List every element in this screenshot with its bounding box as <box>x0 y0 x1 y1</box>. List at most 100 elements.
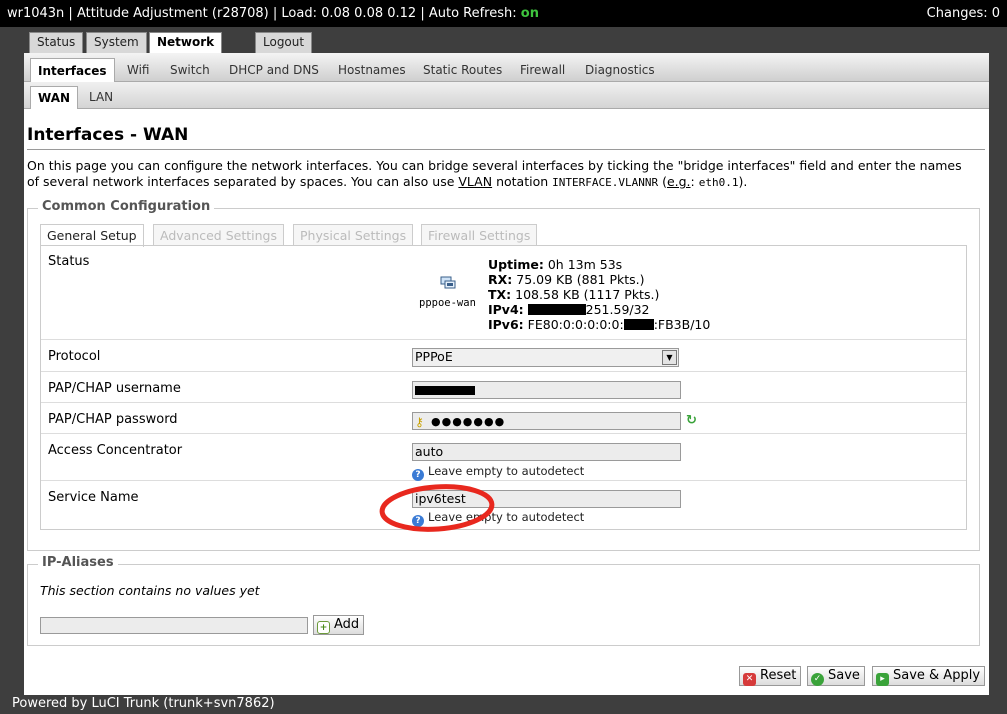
ip-aliases-section: IP-Aliases This section contains no valu… <box>27 555 980 646</box>
ac-label: Access Concentrator <box>48 443 183 458</box>
password-input[interactable]: ⚷ ●●●●●●● <box>412 412 681 430</box>
iface-stats: Uptime: 0h 13m 53s RX: 75.09 KB (881 Pkt… <box>488 257 710 332</box>
reset-label: Reset <box>760 668 797 683</box>
changes-counter[interactable]: Changes: 0 <box>927 0 1000 27</box>
desc-line-1: On this page you can configure the netwo… <box>27 158 962 173</box>
desc-text-d: : <box>690 174 699 189</box>
protocol-label: Protocol <box>48 349 101 364</box>
uptime-value: 0h 13m 53s <box>547 257 623 272</box>
protocol-select[interactable]: PPPoE ▼ <box>412 348 679 367</box>
main-page: Status System Network Logout Interfaces … <box>24 29 989 695</box>
tab-system[interactable]: System <box>86 32 147 53</box>
ac-row: Access Concentrator auto ? Leave empty to… <box>41 434 966 481</box>
subtab-advanced-settings[interactable]: Advanced Settings <box>153 224 284 246</box>
uptime-label: Uptime: <box>488 257 544 272</box>
tab-wifi[interactable]: Wifi <box>120 58 157 82</box>
password-row: PAP/CHAP password ⚷ ●●●●●●● ↻ <box>41 403 966 434</box>
save-apply-button[interactable]: ▸ Save & Apply <box>872 666 986 686</box>
service-label: Service Name <box>48 490 139 505</box>
ipv6-redaction <box>623 319 654 330</box>
tab-network[interactable]: Network <box>149 32 223 54</box>
interface-tabs: WAN LAN <box>24 82 989 109</box>
common-config-legend: Common Configuration <box>38 199 215 214</box>
alias-name-input[interactable] <box>40 617 308 634</box>
eg-abbr: e.g. <box>666 174 691 189</box>
service-row: Service Name ipv6test ? Leave empty to au… <box>41 481 966 529</box>
main-tabs: Status System Network Logout <box>24 29 989 54</box>
help-icon: ? <box>412 469 424 481</box>
ipv6-label: IPv6: <box>488 317 524 332</box>
protocol-value: PPPoE <box>415 349 453 364</box>
add-alias-button[interactable]: + Add <box>313 615 365 635</box>
network-tabs: Interfaces Wifi Switch DHCP and DNS Host… <box>24 53 989 82</box>
ipv6-prefix: FE80:0:0:0:0:0: <box>527 317 624 332</box>
aliases-empty-text: This section contains no values yet <box>40 583 260 598</box>
rx-value: 75.09 KB (881 Pkts.) <box>516 272 645 287</box>
subtab-physical-settings[interactable]: Physical Settings <box>293 224 414 246</box>
username-label: PAP/CHAP username <box>48 381 181 396</box>
save-button[interactable]: ✓ Save <box>807 666 865 686</box>
tab-diagnostics[interactable]: Diagnostics <box>578 58 662 82</box>
tab-firewall[interactable]: Firewall <box>513 58 572 82</box>
tab-dhcp-dns[interactable]: DHCP and DNS <box>222 58 326 82</box>
desc-text-e: ). <box>738 174 748 189</box>
username-row: PAP/CHAP username <box>41 372 966 403</box>
username-redaction <box>415 386 475 395</box>
tab-interfaces[interactable]: Interfaces <box>30 58 115 82</box>
general-setup-panel: Status pppoe-wan Uptime: 0h 13m 53s RX: … <box>40 245 967 530</box>
desc-text-b: notation <box>492 174 553 189</box>
tx-label: TX: <box>488 287 512 302</box>
protocol-row: Protocol PPPoE ▼ <box>41 340 966 372</box>
add-icon: + <box>317 621 330 634</box>
iface-name: pppoe-wan <box>419 297 476 309</box>
footer-credit: Powered by LuCI Trunk (trunk+svn7862) <box>12 696 275 711</box>
password-label: PAP/CHAP password <box>48 412 178 427</box>
subtab-general-setup[interactable]: General Setup <box>40 224 144 247</box>
rx-label: RX: <box>488 272 513 287</box>
top-status-bar: wr1043n | Attitude Adjustment (r28708) |… <box>0 0 1007 27</box>
status-label: Status <box>48 254 90 269</box>
tx-value: 108.58 KB (1117 Pkts.) <box>515 287 660 302</box>
tab-wan[interactable]: WAN <box>30 86 79 109</box>
password-value: ●●●●●●● <box>431 415 506 428</box>
title-divider <box>27 149 985 150</box>
tab-lan[interactable]: LAN <box>82 86 120 109</box>
page-description: On this page you can configure the netwo… <box>27 158 982 191</box>
apply-icon: ▸ <box>876 673 889 686</box>
auto-refresh-toggle[interactable]: on <box>521 6 539 21</box>
ac-input[interactable]: auto <box>412 443 681 461</box>
add-label: Add <box>334 617 360 632</box>
ip-aliases-legend: IP-Aliases <box>38 555 118 570</box>
subtab-firewall-settings[interactable]: Firewall Settings <box>421 224 538 246</box>
reveal-password-icon[interactable]: ↻ <box>686 413 697 428</box>
key-icon: ⚷ <box>415 415 424 429</box>
save-icon: ✓ <box>811 673 824 686</box>
desc-text-c: ( <box>658 174 667 189</box>
code-eth01: eth0.1 <box>698 176 739 189</box>
ipv6-value: :FB3B/10 <box>653 317 711 332</box>
tab-logout[interactable]: Logout <box>255 32 313 53</box>
network-iface-icon <box>440 276 456 290</box>
router-info: wr1043n | Attitude Adjustment (r28708) |… <box>7 6 517 21</box>
tab-switch[interactable]: Switch <box>163 58 217 82</box>
ipv4-label: IPv4: <box>488 302 524 317</box>
username-input[interactable] <box>412 381 681 399</box>
tab-status[interactable]: Status <box>29 32 84 53</box>
chevron-down-icon[interactable]: ▼ <box>662 350 677 365</box>
red-circle-annotation <box>379 484 495 532</box>
ac-hint: ? Leave empty to autodetect <box>412 464 584 481</box>
vlan-abbr: VLAN <box>458 174 493 189</box>
ipv4-value: 251.59/32 <box>585 302 650 317</box>
status-row: Status pppoe-wan Uptime: 0h 13m 53s RX: … <box>41 246 966 340</box>
code-interface-vlannr: INTERFACE.VLANNR <box>552 176 659 189</box>
save-label: Save <box>828 668 860 683</box>
tab-hostnames[interactable]: Hostnames <box>331 58 413 82</box>
reset-button[interactable]: ✕ Reset <box>739 666 802 686</box>
save-apply-label: Save & Apply <box>893 668 981 683</box>
tab-static-routes[interactable]: Static Routes <box>416 58 509 82</box>
ipv4-redaction <box>527 304 586 315</box>
reset-icon: ✕ <box>743 673 756 686</box>
desc-text-a: of several network interfaces separated … <box>27 174 459 189</box>
ac-value: auto <box>415 444 444 459</box>
ac-hint-text: Leave empty to autodetect <box>428 464 585 478</box>
